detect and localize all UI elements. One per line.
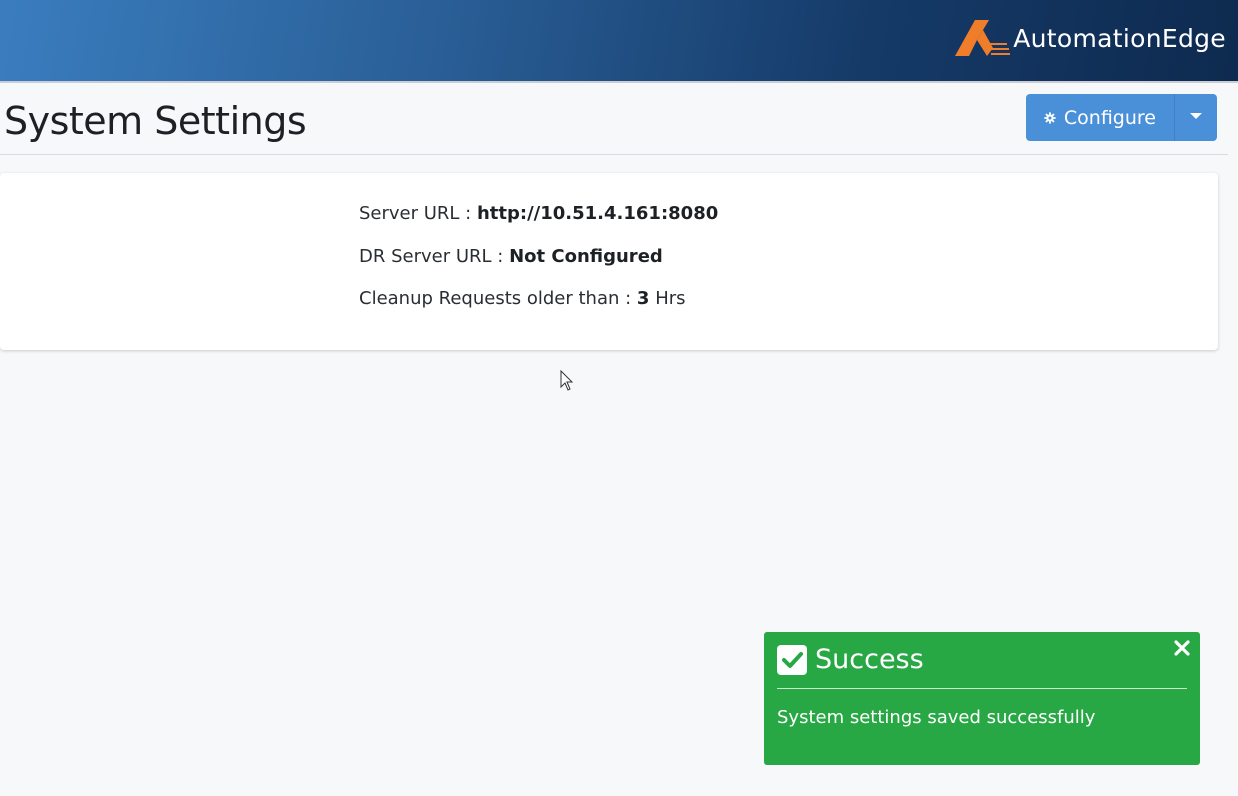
automationedge-logo-icon (955, 20, 1011, 56)
caret-down-icon (1190, 112, 1202, 119)
server-url-label: Server URL : (359, 203, 472, 224)
top-navbar: AutomationEdge (0, 0, 1238, 83)
configure-button-group: Configure (1026, 94, 1217, 141)
check-square-icon (777, 645, 807, 675)
dr-server-url-value: Not Configured (509, 246, 663, 267)
page-title: System Settings (4, 99, 307, 143)
settings-card: Server URL : http://10.51.4.161:8080 DR … (0, 173, 1218, 350)
configure-dropdown-toggle[interactable] (1174, 94, 1217, 141)
toast-title: Success (815, 644, 924, 675)
toast-message: System settings saved successfully (777, 707, 1096, 728)
cleanup-row: Cleanup Requests older than : 3 Hrs (359, 288, 686, 309)
dr-server-url-row: DR Server URL : Not Configured (359, 246, 663, 267)
brand-name: AutomationEdge (1013, 23, 1226, 53)
page-header: System Settings Configure (0, 83, 1228, 155)
cleanup-value: 3 (636, 288, 650, 309)
server-url-value: http://10.51.4.161:8080 (476, 203, 719, 224)
configure-label: Configure (1063, 106, 1156, 129)
cleanup-label: Cleanup Requests older than : (359, 288, 632, 309)
server-url-row: Server URL : http://10.51.4.161:8080 (359, 203, 718, 224)
success-toast: Success System settings saved successful… (764, 632, 1200, 765)
dr-server-url-label: DR Server URL : (359, 246, 504, 267)
gear-icon (1044, 111, 1056, 124)
cleanup-unit: Hrs (655, 288, 686, 309)
brand[interactable]: AutomationEdge (953, 16, 1226, 60)
mouse-cursor-icon (560, 370, 574, 391)
close-icon[interactable] (1174, 640, 1190, 656)
configure-button[interactable]: Configure (1026, 94, 1174, 141)
toast-divider (777, 688, 1187, 689)
